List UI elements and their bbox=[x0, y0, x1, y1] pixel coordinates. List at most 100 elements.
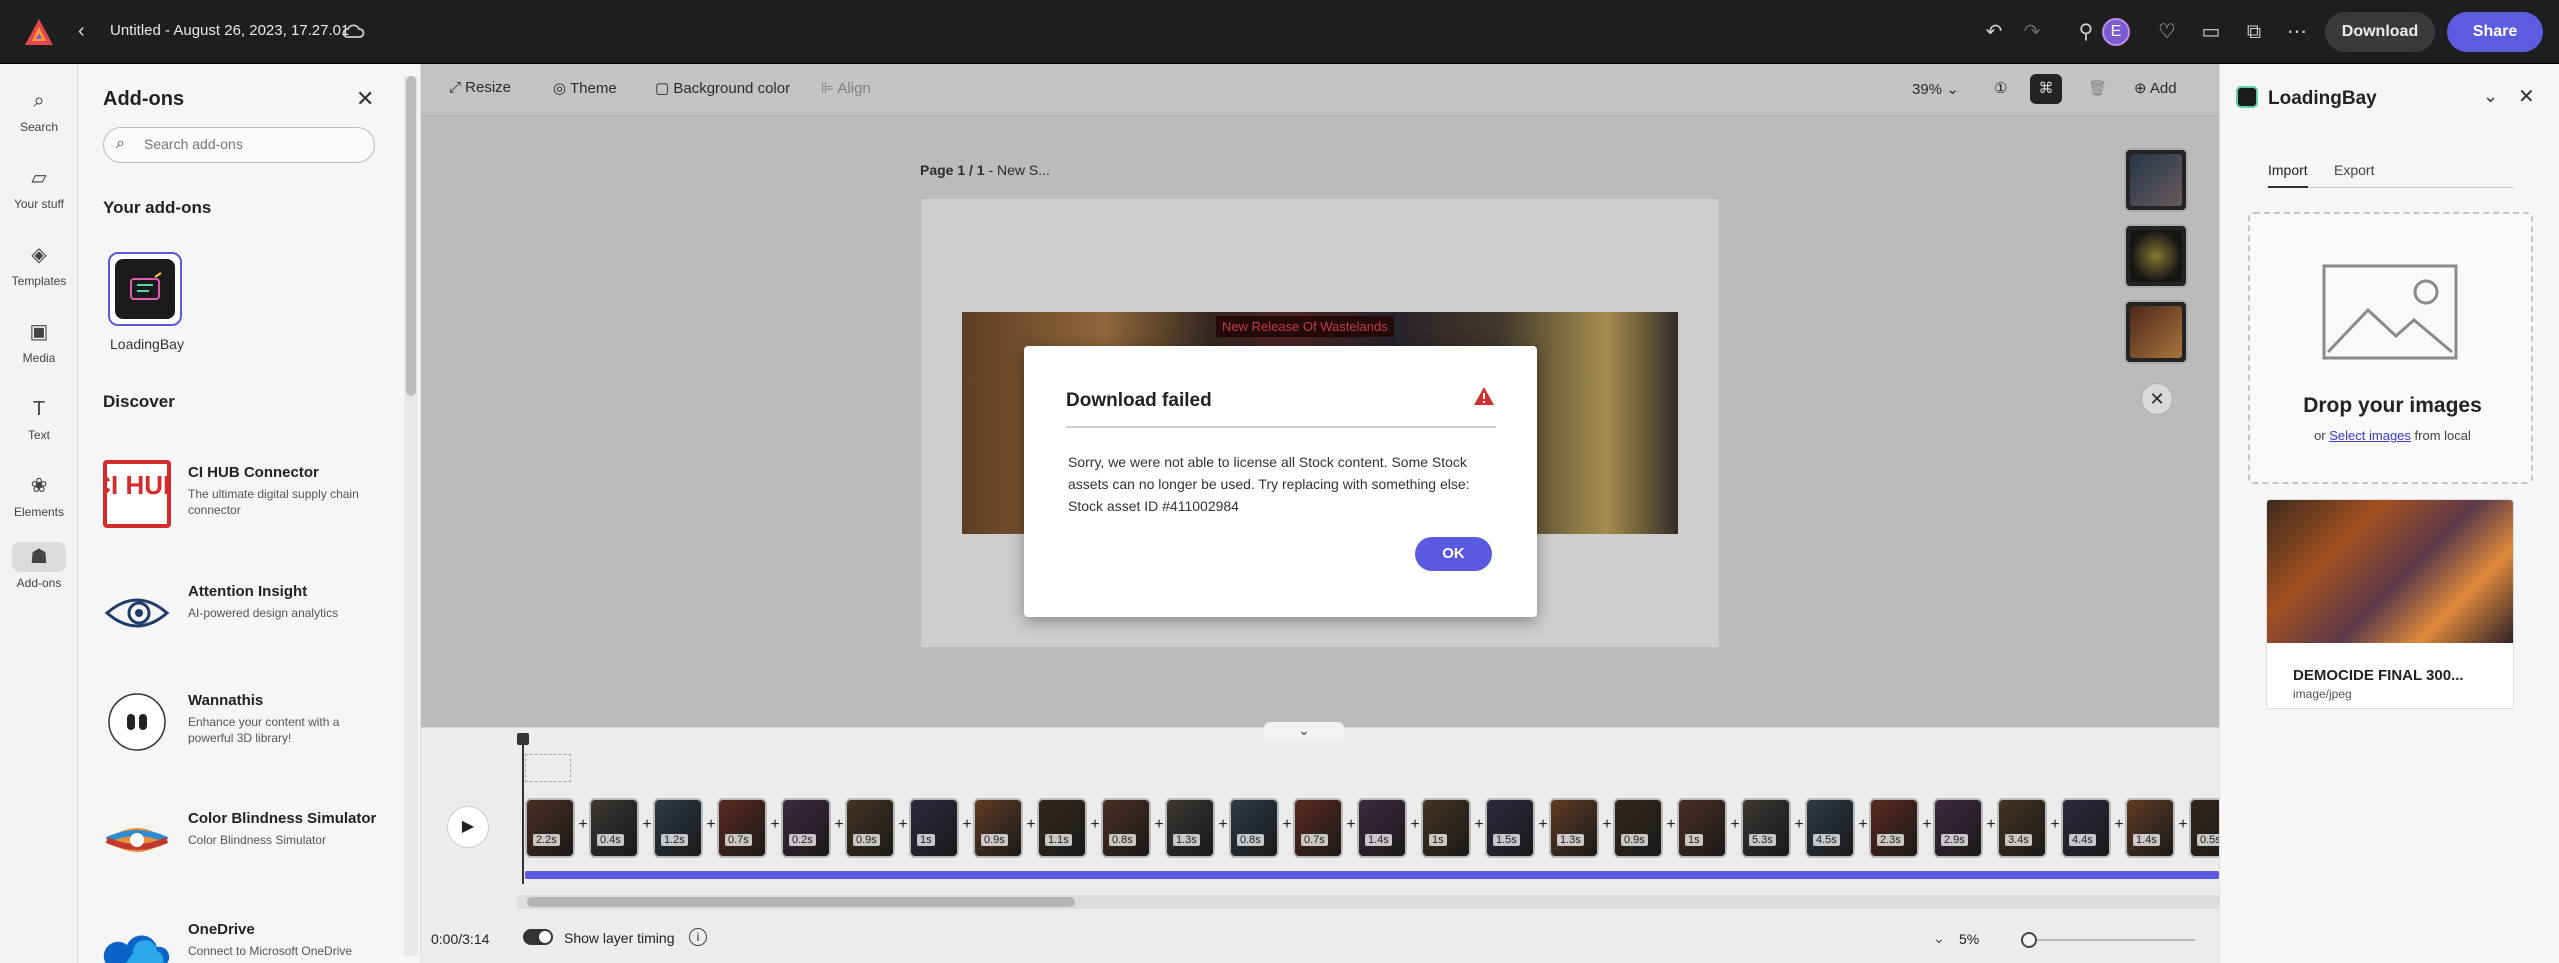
add-transition-icon[interactable]: + bbox=[1152, 816, 1166, 834]
discover-item[interactable]: Attention Insight AI-powered design anal… bbox=[103, 579, 403, 659]
discover-item[interactable]: CI HUB CI HUB Connector The ultimate dig… bbox=[103, 460, 403, 540]
add-transition-icon[interactable]: + bbox=[1856, 816, 1870, 834]
timeline-clip[interactable]: 2.2s bbox=[525, 798, 575, 858]
add-transition-icon[interactable]: + bbox=[1216, 816, 1230, 834]
rail-item-addons[interactable]: ☗ Add-ons bbox=[0, 542, 78, 590]
timeline-clip[interactable]: 1.4s bbox=[2125, 798, 2175, 858]
document-title[interactable]: Untitled - August 26, 2023, 17.27.01 bbox=[110, 22, 349, 39]
chevron-down-icon[interactable]: ⌄ bbox=[1933, 930, 1945, 947]
timeline-clip[interactable]: 2.9s bbox=[1933, 798, 1983, 858]
image-dropzone[interactable]: Drop your images or Select images from l… bbox=[2248, 212, 2533, 484]
add-transition-icon[interactable]: + bbox=[1280, 816, 1294, 834]
add-transition-icon[interactable]: + bbox=[1920, 816, 1934, 834]
rail-item-your-stuff[interactable]: ▱ Your stuff bbox=[0, 163, 78, 211]
discover-item[interactable]: OneDrive Connect to Microsoft OneDrive bbox=[103, 917, 403, 963]
add-transition-icon[interactable]: + bbox=[704, 816, 718, 834]
tab-import[interactable]: Import bbox=[2268, 162, 2308, 188]
cloud-sync-icon[interactable] bbox=[340, 20, 366, 42]
timeline-clip[interactable]: 5.3s bbox=[1741, 798, 1791, 858]
download-button[interactable]: Download bbox=[2325, 12, 2435, 52]
scroll-thumb[interactable] bbox=[527, 897, 1075, 907]
add-transition-icon[interactable]: + bbox=[1728, 816, 1742, 834]
add-transition-icon[interactable]: + bbox=[1088, 816, 1102, 834]
adobe-express-logo[interactable] bbox=[24, 18, 54, 46]
timeline-zoom-slider[interactable] bbox=[2021, 932, 2195, 948]
timeline-clip[interactable]: 0.9s bbox=[845, 798, 895, 858]
timeline-clip[interactable]: 1.3s bbox=[1165, 798, 1215, 858]
add-transition-icon[interactable]: + bbox=[1024, 816, 1038, 834]
timeline-clip[interactable]: 0.8s bbox=[1101, 798, 1151, 858]
timeline-clip[interactable]: 4.4s bbox=[2061, 798, 2111, 858]
add-transition-icon[interactable]: + bbox=[1472, 816, 1486, 834]
timeline-clip[interactable]: 1.4s bbox=[1357, 798, 1407, 858]
add-transition-icon[interactable]: + bbox=[2112, 816, 2126, 834]
timeline-zoom[interactable]: 5% bbox=[1959, 931, 1979, 947]
timeline-clip[interactable]: 1.3s bbox=[1549, 798, 1599, 858]
layer-timing-toggle[interactable] bbox=[523, 929, 553, 945]
chevron-down-icon[interactable]: ⌄ bbox=[2483, 86, 2498, 107]
panel-scrollbar[interactable] bbox=[404, 76, 418, 956]
scroll-thumb[interactable] bbox=[406, 76, 416, 396]
rail-item-text[interactable]: T Text bbox=[0, 394, 78, 442]
search-input[interactable] bbox=[144, 136, 364, 152]
add-transition-icon[interactable]: + bbox=[576, 816, 590, 834]
collapse-timeline-icon[interactable]: ⌄ bbox=[1264, 722, 1344, 742]
add-transition-icon[interactable]: + bbox=[1792, 816, 1806, 834]
close-icon[interactable]: ✕ bbox=[2518, 84, 2535, 109]
select-images-link[interactable]: Select images bbox=[2329, 428, 2411, 443]
add-transition-icon[interactable]: + bbox=[768, 816, 782, 834]
playhead-knob[interactable] bbox=[517, 733, 529, 745]
timeline-clip[interactable]: 1s bbox=[1677, 798, 1727, 858]
timeline-clip[interactable]: 2.3s bbox=[1869, 798, 1919, 858]
play-button[interactable]: ▶ bbox=[447, 806, 489, 848]
audio-track[interactable] bbox=[525, 871, 2219, 879]
add-transition-icon[interactable]: + bbox=[1984, 816, 1998, 834]
timeline-clip[interactable]: 1.2s bbox=[653, 798, 703, 858]
add-transition-icon[interactable]: + bbox=[1344, 816, 1358, 834]
tab-export[interactable]: Export bbox=[2334, 162, 2374, 178]
comment-icon[interactable]: ▭ bbox=[2197, 18, 2225, 46]
slider-knob[interactable] bbox=[2021, 932, 2037, 948]
info-icon[interactable]: i bbox=[689, 928, 707, 946]
chat-icon[interactable]: ⧉ bbox=[2240, 18, 2268, 46]
playhead[interactable] bbox=[517, 733, 529, 884]
invite-user-icon[interactable]: ⚲ bbox=[2072, 18, 2100, 46]
add-transition-icon[interactable]: + bbox=[832, 816, 846, 834]
user-avatar[interactable]: E bbox=[2102, 18, 2130, 46]
timeline-clip[interactable]: 1s bbox=[909, 798, 959, 858]
share-button[interactable]: Share bbox=[2447, 12, 2543, 52]
add-transition-icon[interactable]: + bbox=[960, 816, 974, 834]
rail-item-search[interactable]: ⌕ Search bbox=[0, 86, 78, 134]
more-icon[interactable]: ⋯ bbox=[2283, 18, 2311, 46]
timeline-clip[interactable]: 0.7s bbox=[717, 798, 767, 858]
asset-card[interactable]: DEMOCIDE FINAL 300... image/jpeg bbox=[2266, 499, 2514, 709]
loadingbay-addon-tile[interactable] bbox=[108, 252, 182, 326]
timeline-clip[interactable]: 0.2s bbox=[781, 798, 831, 858]
close-icon[interactable]: ✕ bbox=[356, 86, 374, 112]
timeline-clip[interactable]: 0.9s bbox=[973, 798, 1023, 858]
undo-icon[interactable]: ↶ bbox=[1980, 18, 2008, 46]
ok-button[interactable]: OK bbox=[1415, 537, 1492, 571]
add-transition-icon[interactable]: + bbox=[1600, 816, 1614, 834]
discover-item[interactable]: Wannathis Enhance your content with a po… bbox=[103, 688, 403, 768]
timeline-clip[interactable]: 0.9s bbox=[1613, 798, 1663, 858]
add-transition-icon[interactable]: + bbox=[2176, 816, 2190, 834]
timeline-clip[interactable]: 4.5s bbox=[1805, 798, 1855, 858]
add-transition-icon[interactable]: + bbox=[1408, 816, 1422, 834]
add-transition-icon[interactable]: + bbox=[640, 816, 654, 834]
timeline-clip[interactable]: 1s bbox=[1421, 798, 1471, 858]
redo-icon[interactable]: ↷ bbox=[2018, 18, 2046, 46]
add-transition-icon[interactable]: + bbox=[1664, 816, 1678, 834]
lightbulb-icon[interactable]: ♡ bbox=[2153, 18, 2181, 46]
timeline-clip[interactable]: 0.7s bbox=[1293, 798, 1343, 858]
search-field[interactable]: ⌕ bbox=[103, 127, 375, 163]
add-transition-icon[interactable]: + bbox=[2048, 816, 2062, 834]
rail-item-media[interactable]: ▣ Media bbox=[0, 317, 78, 365]
back-chevron-icon[interactable]: ‹ bbox=[78, 20, 85, 43]
timeline-clip[interactable]: 0.4s bbox=[589, 798, 639, 858]
add-transition-icon[interactable]: + bbox=[1536, 816, 1550, 834]
timeline-clip[interactable]: 3.4s bbox=[1997, 798, 2047, 858]
timeline-scrollbar[interactable] bbox=[517, 895, 2219, 909]
rail-item-elements[interactable]: ❀ Elements bbox=[0, 471, 78, 519]
timeline-clip[interactable]: 1.1s bbox=[1037, 798, 1087, 858]
